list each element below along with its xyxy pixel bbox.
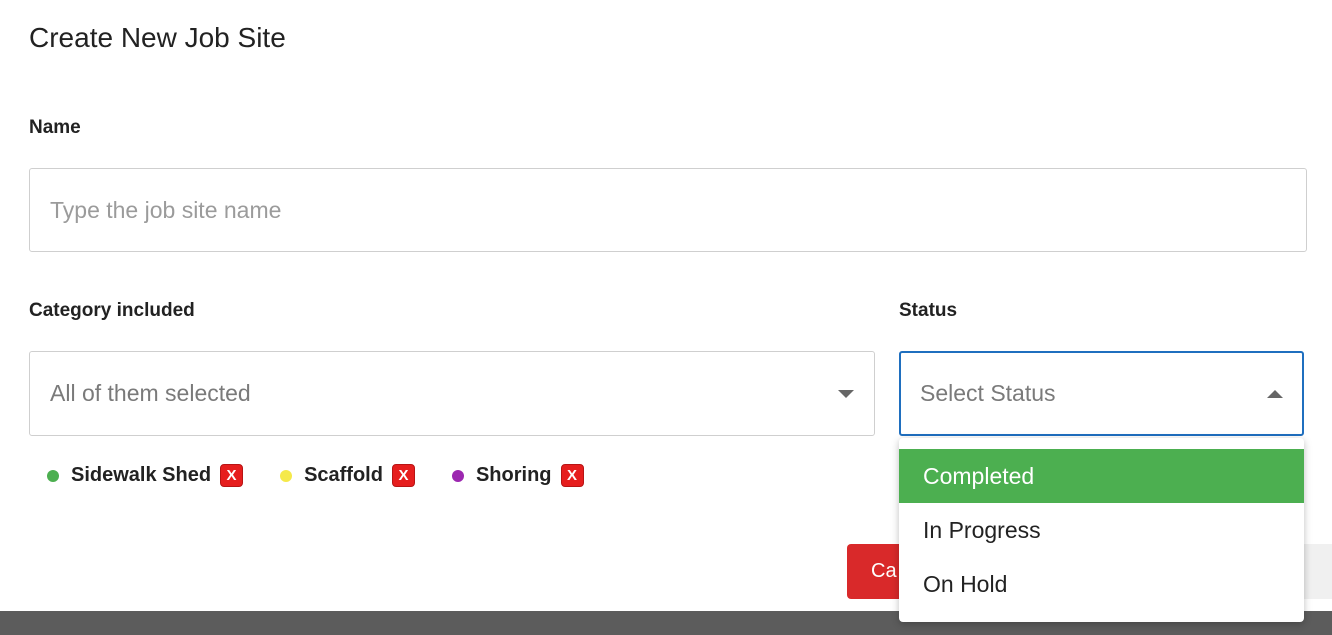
job-site-name-input[interactable] (29, 168, 1307, 252)
purple-dot-icon (451, 469, 464, 482)
category-chip: Sidewalk Shed X (47, 464, 244, 487)
category-label: Category included (29, 300, 195, 321)
status-select-placeholder: Select Status (920, 380, 1056, 406)
status-dropdown-menu: Completed In Progress On Hold (899, 438, 1304, 622)
status-option-completed[interactable]: Completed (899, 449, 1304, 503)
status-option-on-hold[interactable]: On Hold (899, 557, 1304, 611)
status-option-in-progress[interactable]: In Progress (899, 503, 1304, 557)
chevron-up-icon (1267, 389, 1283, 398)
remove-chip-button[interactable]: X (220, 464, 244, 487)
remove-chip-button[interactable]: X (391, 464, 415, 487)
remove-chip-button[interactable]: X (560, 464, 584, 487)
category-chip: Scaffold X (280, 464, 415, 487)
category-chips: Sidewalk Shed X Scaffold X Shoring X (47, 464, 621, 487)
yellow-dot-icon (280, 469, 293, 482)
category-select[interactable]: All of them selected (29, 351, 875, 436)
chip-label: Sidewalk Shed (71, 464, 212, 486)
chip-label: Shoring (475, 464, 552, 486)
name-label: Name (29, 117, 81, 138)
chevron-down-icon (838, 389, 854, 398)
category-select-value: All of them selected (50, 380, 251, 406)
category-chip: Shoring X (451, 464, 584, 487)
status-select[interactable]: Select Status (899, 351, 1304, 436)
chip-label: Scaffold (304, 464, 383, 486)
page-title: Create New Job Site (29, 22, 286, 53)
status-label: Status (899, 300, 958, 321)
green-dot-icon (47, 469, 59, 482)
